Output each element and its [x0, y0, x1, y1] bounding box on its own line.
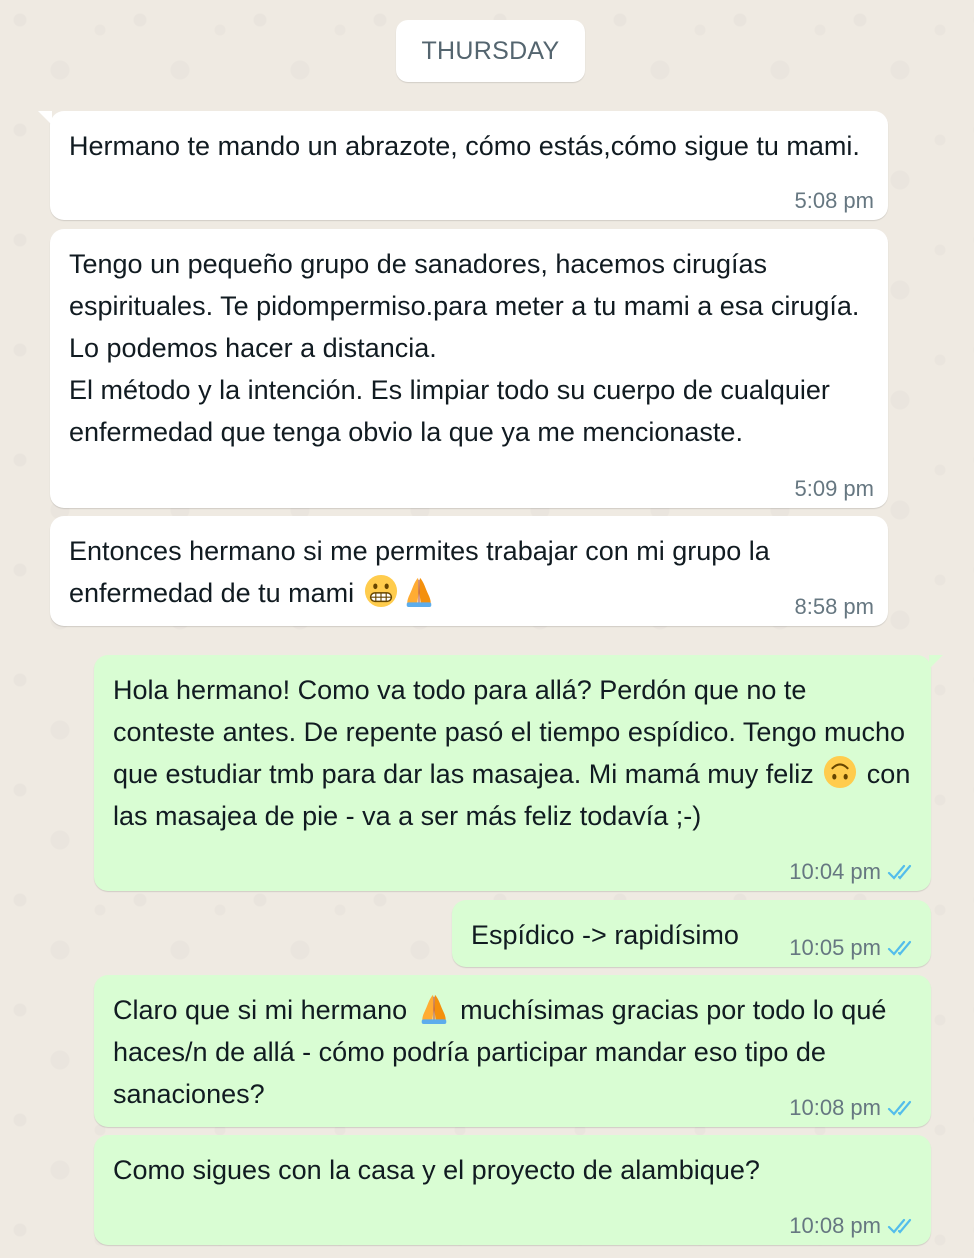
message-meta: 8:58 pm [795, 594, 875, 620]
message-meta: 10:08 pm [789, 1213, 917, 1239]
message-text: Hermano te mando un abrazote, cómo estás… [69, 131, 860, 161]
message-time: 5:09 pm [794, 476, 875, 501]
message-meta: 10:05 pm [789, 935, 917, 961]
message-time: 8:58 pm [794, 594, 875, 619]
grimacing-face-emoji [364, 574, 397, 608]
bubble-tail [38, 111, 52, 125]
message-time: 10:08 pm [789, 1213, 881, 1238]
chat-panel: THURSDAY Hermano te mando un abrazote, c… [0, 0, 974, 1258]
date-divider: THURSDAY [396, 20, 585, 82]
folded-hands-emoji [406, 577, 431, 608]
message-meta: 10:08 pm [789, 1095, 917, 1121]
message-text: Entonces hermano si me permites trabajar… [69, 530, 869, 614]
double-check-read-icon [887, 1217, 917, 1235]
message-meta: 10:04 pm [789, 859, 917, 885]
message-bubble-incoming[interactable]: Tengo un pequeño grupo de sanadores, hac… [50, 229, 888, 508]
message-text-part: Claro que si mi hermano [113, 995, 415, 1025]
bubble-tail [929, 655, 943, 669]
message-text: Tengo un pequeño grupo de sanadores, hac… [69, 249, 860, 447]
folded-hands-emoji [421, 994, 446, 1025]
message-meta: 5:09 pm [795, 476, 875, 502]
message-time: 10:05 pm [789, 935, 881, 960]
message-time: 10:08 pm [789, 1095, 881, 1120]
message-bubble-outgoing[interactable]: Claro que si mi hermano muchísimas graci… [94, 975, 931, 1127]
message-time: 5:08 pm [794, 188, 875, 213]
message-bubble-outgoing[interactable]: Como sigues con la casa y el proyecto de… [94, 1135, 931, 1245]
double-check-read-icon [887, 1099, 917, 1117]
message-bubble-outgoing[interactable]: Espídico -> rapidísimo 10:05 pm [452, 900, 931, 967]
message-text-part: Hola hermano! Como va todo para allá? Pe… [113, 675, 913, 789]
message-bubble-outgoing[interactable]: Hola hermano! Como va todo para allá? Pe… [94, 655, 943, 891]
message-time: 10:04 pm [789, 859, 881, 884]
upside-down-face-emoji [824, 755, 857, 789]
double-check-read-icon [887, 863, 917, 881]
message-bubble-incoming[interactable]: Hermano te mando un abrazote, cómo estás… [38, 111, 888, 220]
double-check-read-icon [887, 939, 917, 957]
message-bubble-incoming[interactable]: Entonces hermano si me permites trabajar… [50, 516, 888, 626]
message-meta: 5:08 pm [795, 188, 875, 214]
message-text: Como sigues con la casa y el proyecto de… [113, 1155, 760, 1185]
message-text: Hola hermano! Como va todo para allá? Pe… [113, 669, 912, 837]
